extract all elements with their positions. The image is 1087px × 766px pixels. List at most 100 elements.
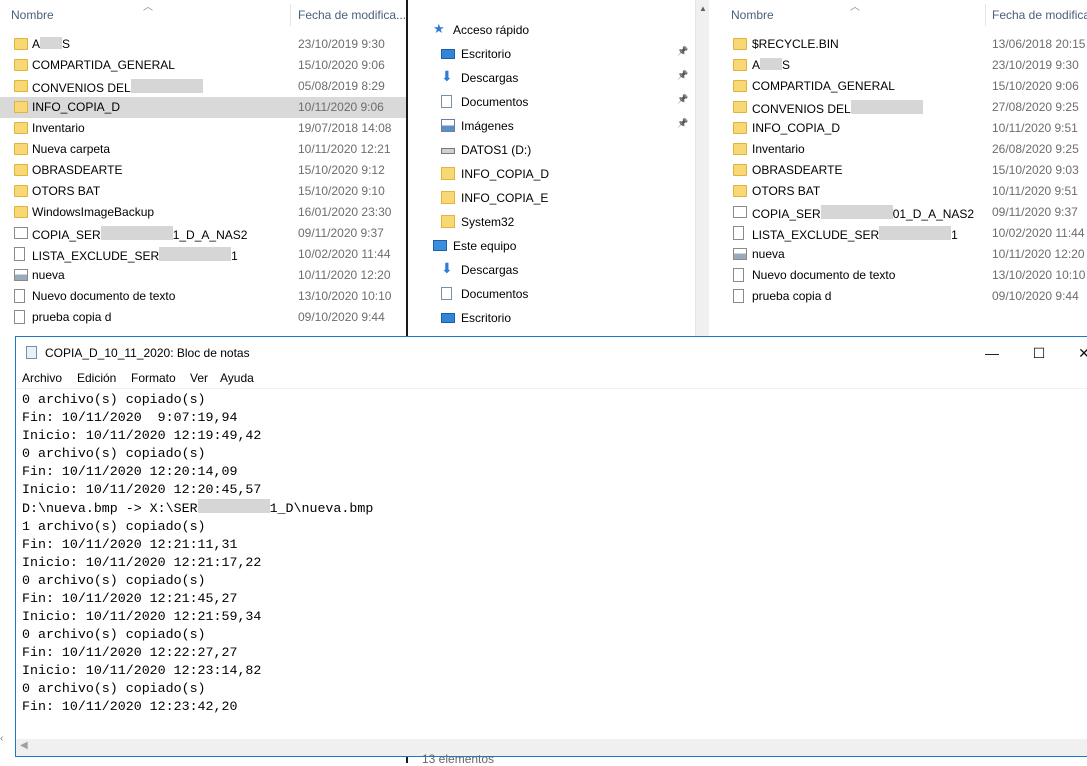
maximize-button[interactable]: ☐ — [1019, 341, 1059, 365]
menu-ver[interactable]: Ver — [190, 371, 208, 385]
text-editor[interactable]: 0 archivo(s) copiado(s) Fin: 10/11/2020 9… — [22, 391, 1087, 741]
menu-archivo[interactable]: Archivo — [22, 371, 62, 385]
text-line: Inicio: 10/11/2020 12:21:17,22 — [22, 555, 262, 570]
file-row[interactable]: nueva 10/11/2020 12:20 — [0, 265, 406, 286]
right-file-list: ︿ Nombre Fecha de modifica $RECYCLE.BIN 1… — [709, 0, 1087, 340]
menu-bar: Archivo Edición Formato Ver Ayuda — [16, 368, 1087, 389]
file-row[interactable]: INFO_COPIA_D 10/11/2020 9:51 — [709, 118, 1087, 139]
folder-icon — [733, 59, 747, 71]
pin-icon[interactable]: 📌 — [677, 46, 688, 57]
column-divider[interactable] — [290, 4, 291, 26]
column-header-name[interactable]: Nombre — [11, 8, 54, 22]
navigation-scrollbar[interactable]: ▲ — [695, 0, 710, 340]
file-row[interactable]: OTORS BAT 10/11/2020 9:51 — [709, 181, 1087, 202]
file-row[interactable]: $RECYCLE.BIN 13/06/2018 20:15 — [709, 34, 1087, 55]
documents-icon — [441, 287, 452, 300]
redacted-block — [760, 58, 783, 70]
nav-item[interactable]: Este equipo — [409, 234, 695, 258]
menu-ayuda[interactable]: Ayuda — [220, 371, 254, 385]
file-name: CONVENIOS DEL — [752, 100, 923, 116]
file-row[interactable]: CONVENIOS DEL 27/08/2020 9:25 — [709, 97, 1087, 118]
file-row[interactable]: OBRASDEARTE 15/10/2020 9:12 — [0, 160, 406, 181]
menu-formato[interactable]: Formato — [131, 371, 176, 385]
file-row[interactable]: OBRASDEARTE 15/10/2020 9:03 — [709, 160, 1087, 181]
nav-item[interactable]: INFO_COPIA_E — [409, 186, 695, 210]
column-header-date[interactable]: Fecha de modifica — [992, 8, 1087, 22]
file-row[interactable]: prueba copia d 09/10/2020 9:44 — [0, 307, 406, 328]
pin-icon[interactable]: 📌 — [677, 94, 688, 105]
file-name-text: LISTA_EXCLUDE_SER — [32, 249, 160, 263]
scroll-up-icon[interactable]: ▲ — [696, 2, 710, 16]
file-row[interactable]: WindowsImageBackup 16/01/2020 23:30 — [0, 202, 406, 223]
folder-icon — [14, 143, 28, 155]
file-row[interactable]: Nueva carpeta 10/11/2020 12:21 — [0, 139, 406, 160]
file-row[interactable]: COPIA_SER 01_D_A_NAS2 09/11/2020 9:37 — [709, 202, 1087, 223]
scroll-left-icon[interactable]: ◀ — [20, 740, 28, 751]
notepad-window[interactable]: COPIA_D_10_11_2020: Bloc de notas — ☐ ✕ … — [15, 336, 1087, 757]
file-row[interactable]: nueva 10/11/2020 12:20 — [709, 244, 1087, 265]
nav-item[interactable]: INFO_COPIA_D — [409, 162, 695, 186]
file-date: 13/10/2020 10:10 — [298, 289, 392, 303]
column-divider[interactable] — [985, 4, 986, 26]
file-name: AS — [752, 58, 790, 72]
file-name: prueba copia d — [32, 310, 111, 324]
file-name-text: prueba copia d — [32, 310, 112, 324]
nav-item[interactable]: Imágenes 📌 — [409, 114, 695, 138]
file-name: Nuevo documento de texto — [32, 289, 175, 303]
file-name-text: CONVENIOS DEL — [752, 102, 851, 116]
column-header-name[interactable]: Nombre — [731, 8, 774, 22]
horizontal-scrollbar[interactable]: ◀ — [16, 739, 1087, 756]
file-row[interactable]: COMPARTIDA_GENERAL 15/10/2020 9:06 — [0, 55, 406, 76]
redacted-block — [879, 226, 952, 240]
nav-item-label: Este equipo — [453, 239, 517, 253]
left-column-header: ︿ Nombre Fecha de modifica... — [0, 0, 406, 32]
pin-icon[interactable]: 📌 — [677, 70, 688, 81]
title-bar[interactable]: COPIA_D_10_11_2020: Bloc de notas — ☐ ✕ — [16, 337, 1087, 368]
file-row[interactable]: A S 23/10/2019 9:30 — [0, 34, 406, 55]
file-date: 27/08/2020 9:25 — [992, 100, 1079, 114]
file-row[interactable]: Inventario 26/08/2020 9:25 — [709, 139, 1087, 160]
nav-item[interactable]: Documentos 📌 — [409, 90, 695, 114]
nav-item[interactable]: System32 — [409, 210, 695, 234]
file-row[interactable]: Nuevo documento de texto 13/10/2020 10:10 — [709, 265, 1087, 286]
file-row[interactable]: LISTA_EXCLUDE_SER 1 10/02/2020 11:44 — [0, 244, 406, 265]
file-name: COMPARTIDA_GENERAL — [752, 79, 895, 93]
file-row[interactable]: COPIA_SER 1_D_A_NAS2 09/11/2020 9:37 — [0, 223, 406, 244]
nav-item[interactable]: Escritorio 📌 — [409, 42, 695, 66]
redacted-block — [850, 100, 923, 114]
file-row[interactable]: Nuevo documento de texto 13/10/2020 10:10 — [0, 286, 406, 307]
menu-edicion[interactable]: Edición — [77, 371, 116, 385]
file-name: AS — [32, 37, 70, 51]
file-row[interactable]: CONVENIOS DEL 05/08/2019 8:29 — [0, 76, 406, 97]
nav-item[interactable]: Escritorio — [409, 306, 695, 330]
pin-icon[interactable]: 📌 — [677, 118, 688, 129]
file-row[interactable]: OTORS BAT 15/10/2020 9:10 — [0, 181, 406, 202]
text-line: 1 archivo(s) copiado(s) — [22, 519, 206, 534]
file-date: 15/10/2020 9:10 — [298, 184, 385, 198]
column-header-date[interactable]: Fecha de modifica... — [298, 8, 406, 22]
file-name: COMPARTIDA_GENERAL — [32, 58, 175, 72]
nav-item[interactable]: ⬇ Descargas — [409, 258, 695, 282]
nav-item[interactable]: ⬇ Descargas 📌 — [409, 66, 695, 90]
nav-item[interactable]: Documentos — [409, 282, 695, 306]
nav-item[interactable]: DATOS1 (D:) — [409, 138, 695, 162]
minimize-button[interactable]: — — [972, 341, 1012, 365]
folder-icon — [14, 185, 28, 197]
file-row[interactable]: A S 23/10/2019 9:30 — [709, 55, 1087, 76]
scroll-left-icon[interactable]: ‹ — [0, 733, 3, 744]
file-name-text: $RECYCLE.BIN — [752, 37, 839, 51]
file-name-text: A — [752, 58, 761, 72]
file-row[interactable]: prueba copia d 09/10/2020 9:44 — [709, 286, 1087, 307]
close-button[interactable]: ✕ — [1064, 341, 1087, 365]
file-row[interactable]: LISTA_EXCLUDE_SER 1 10/02/2020 11:44 — [709, 223, 1087, 244]
file-name-text: INFO_COPIA_D — [752, 121, 841, 135]
nav-item[interactable]: ★ Acceso rápido — [409, 18, 695, 42]
file-date: 10/02/2020 11:44 — [992, 226, 1085, 240]
left-file-list: ︿ Nombre Fecha de modifica... A S 23/10/20… — [0, 0, 406, 340]
drive-icon — [441, 148, 455, 154]
file-name-text: OBRASDEARTE — [32, 163, 123, 177]
file-row[interactable]: INFO_COPIA_D 10/11/2020 9:06 — [0, 97, 406, 118]
file-name: Inventario — [752, 142, 805, 156]
file-row[interactable]: Inventario 19/07/2018 14:08 — [0, 118, 406, 139]
file-row[interactable]: COMPARTIDA_GENERAL 15/10/2020 9:06 — [709, 76, 1087, 97]
